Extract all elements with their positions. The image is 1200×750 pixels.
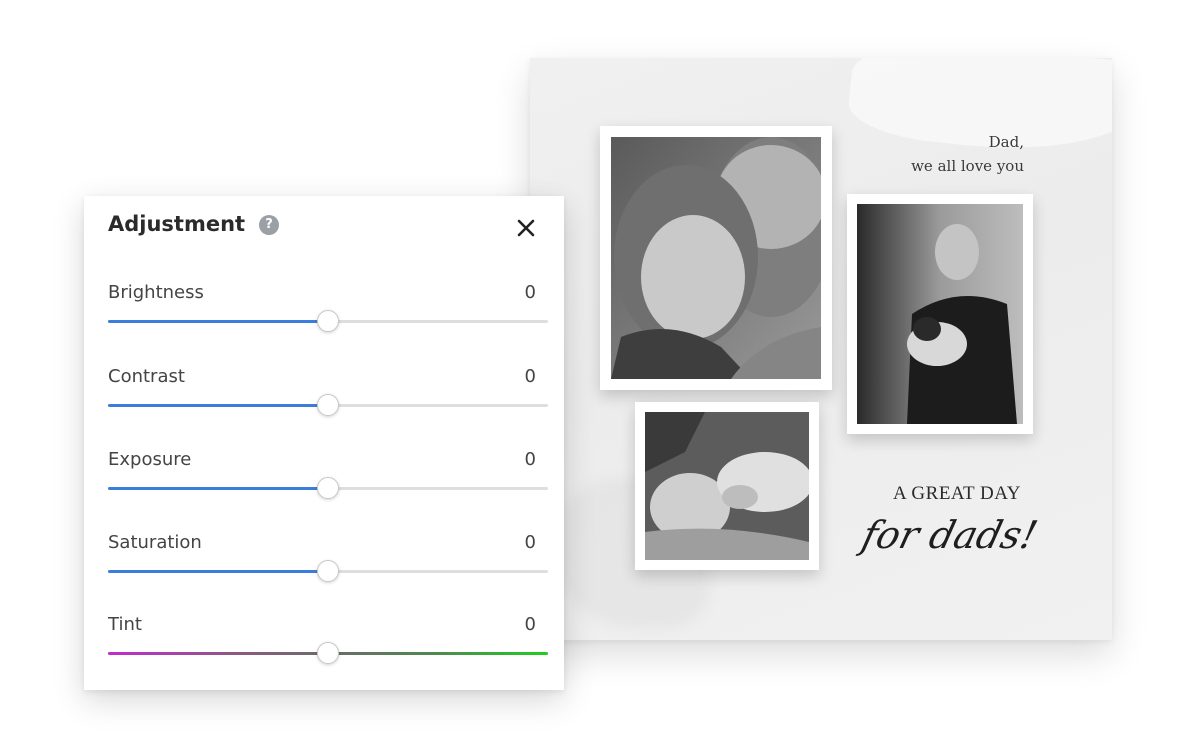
slider-brightness: Brightness 0: [108, 282, 548, 352]
slider-thumb[interactable]: [317, 310, 339, 332]
slider-thumb[interactable]: [317, 642, 339, 664]
slider-value: 0: [524, 614, 536, 635]
photo-girl-and-dad: [611, 137, 821, 379]
slider-track[interactable]: [108, 560, 548, 582]
close-icon[interactable]: [514, 216, 538, 240]
photo-frame-1[interactable]: [600, 126, 832, 390]
card-dedication[interactable]: Dad, we all love you: [911, 130, 1024, 178]
dedication-line-1: Dad,: [988, 133, 1024, 151]
slider-thumb[interactable]: [317, 477, 339, 499]
slider-value: 0: [524, 449, 536, 470]
slider-label: Contrast: [108, 366, 185, 387]
slider-fill: [108, 487, 328, 490]
slider-tint: Tint 0: [108, 614, 548, 684]
dedication-line-2: we all love you: [911, 157, 1024, 175]
slider-value: 0: [524, 366, 536, 387]
slider-fill: [108, 320, 328, 323]
slider-value: 0: [524, 532, 536, 553]
slider-thumb[interactable]: [317, 394, 339, 416]
card-canvas[interactable]: Dad, we all love you A GREAT DAY for dad…: [530, 58, 1112, 640]
slider-contrast: Contrast 0: [108, 366, 548, 436]
slider-fill: [108, 404, 328, 407]
slider-value: 0: [524, 282, 536, 303]
slider-label: Tint: [108, 614, 142, 635]
help-icon[interactable]: ?: [259, 215, 279, 235]
slider-exposure: Exposure 0: [108, 449, 548, 519]
slider-label: Saturation: [108, 532, 202, 553]
card-script-text[interactable]: for dads!: [848, 502, 1048, 574]
adjustment-panel: Adjustment ? Brightness 0 Contrast 0 Exp…: [84, 196, 564, 690]
slider-fill: [108, 570, 328, 573]
photo-dad-with-baby: [857, 204, 1023, 424]
slider-track[interactable]: [108, 477, 548, 499]
card-script-label: for dads!: [855, 514, 1042, 558]
photo-frame-2[interactable]: [847, 194, 1033, 434]
slider-label: Exposure: [108, 449, 192, 470]
photo-baby-hand: [645, 412, 809, 560]
slider-thumb[interactable]: [317, 560, 339, 582]
slider-saturation: Saturation 0: [108, 532, 548, 602]
slider-track[interactable]: [108, 394, 548, 416]
slider-track[interactable]: [108, 310, 548, 332]
panel-title: Adjustment: [108, 212, 246, 236]
photo-frame-3[interactable]: [635, 402, 819, 570]
slider-label: Brightness: [108, 282, 204, 303]
slider-track[interactable]: [108, 642, 548, 664]
